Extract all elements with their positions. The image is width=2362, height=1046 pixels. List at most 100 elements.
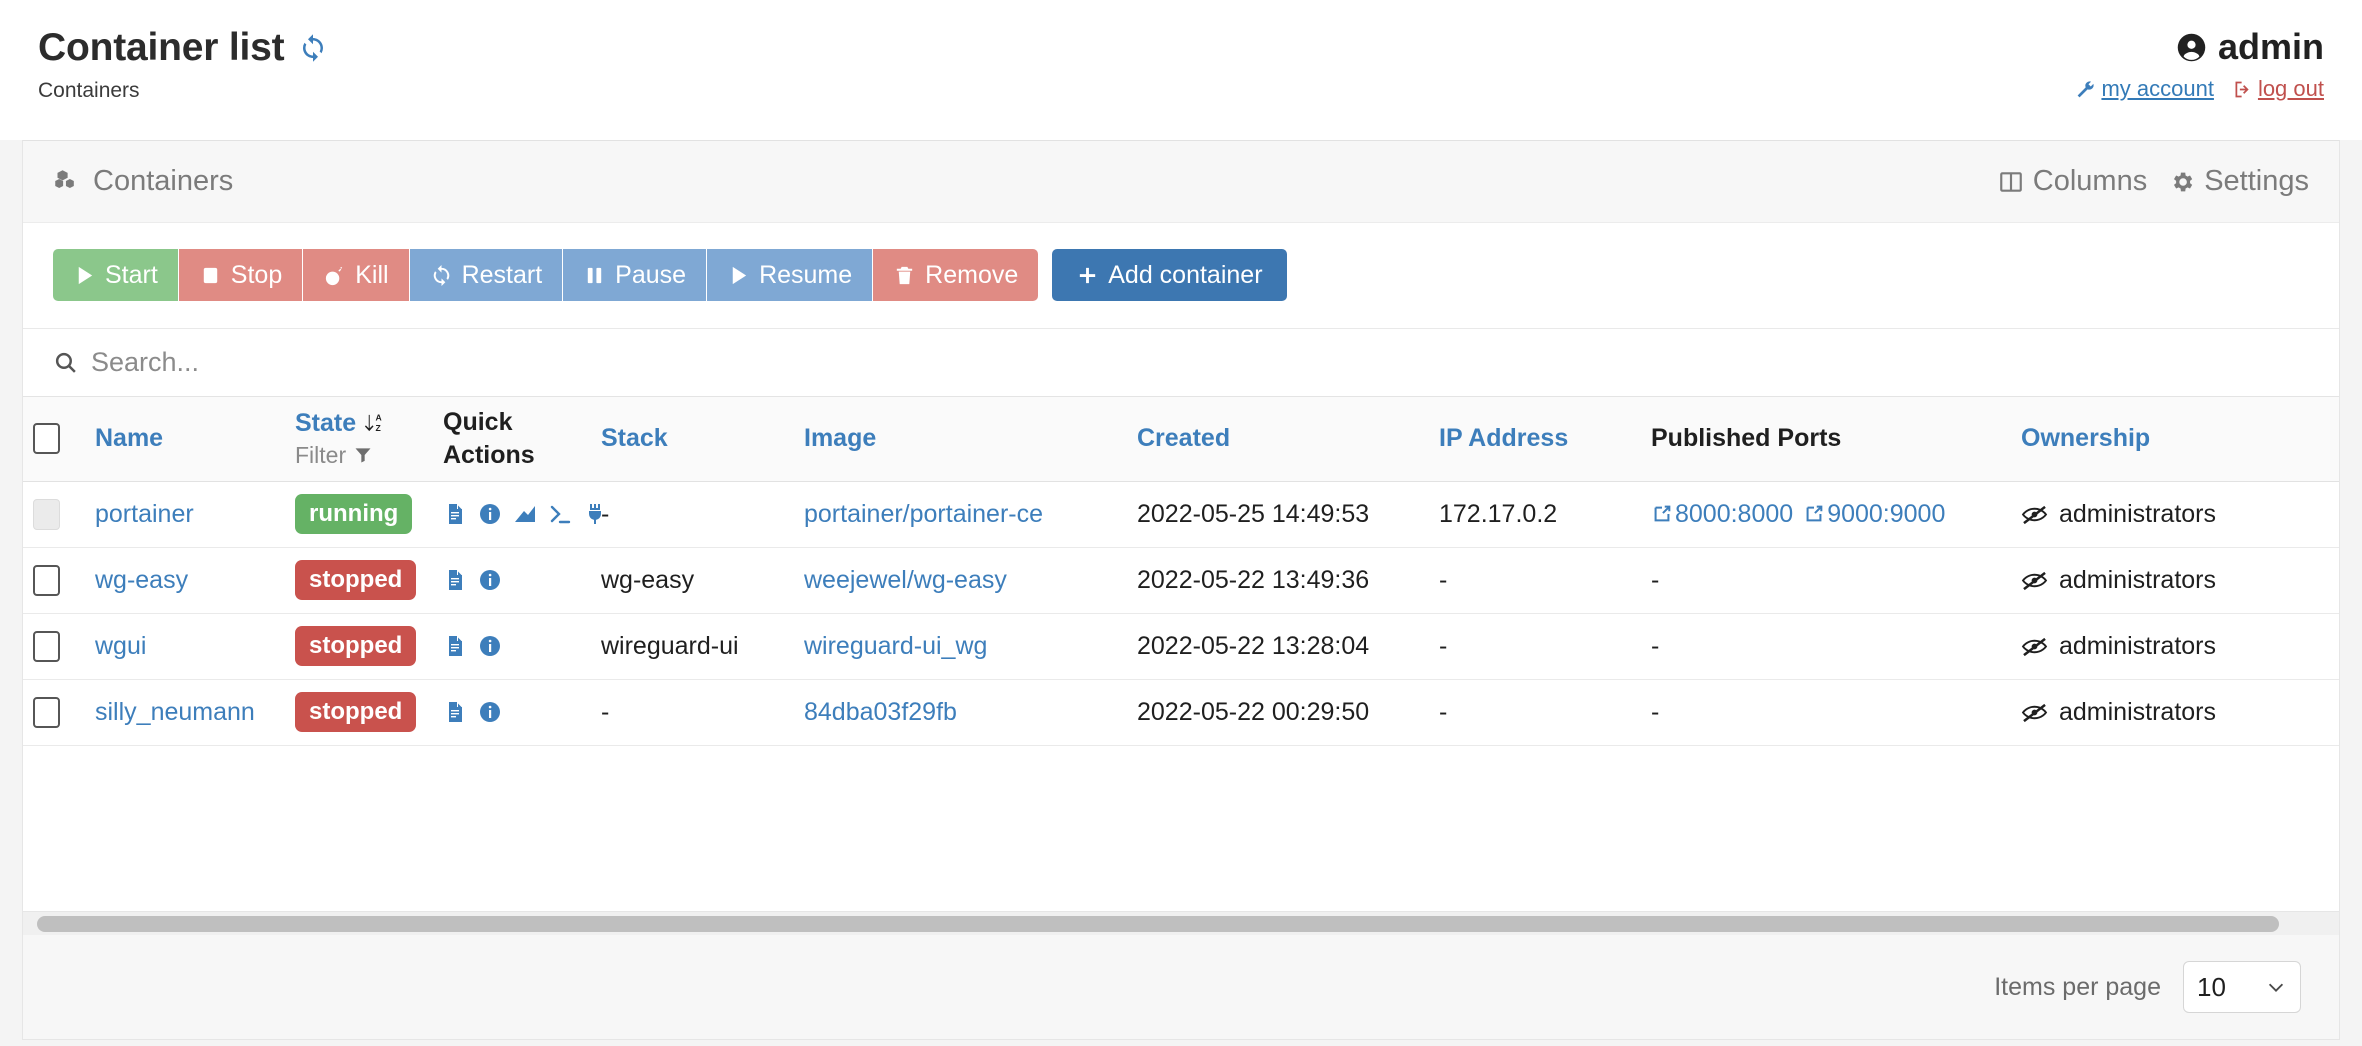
user-row: admin <box>2075 26 2324 68</box>
eye-slash-icon <box>2021 701 2048 724</box>
published-port-label: 9000:9000 <box>1827 500 1945 529</box>
sort-az-icon[interactable]: A Z <box>363 412 386 435</box>
gear-icon <box>2169 169 2195 195</box>
start-button[interactable]: Start <box>53 249 178 301</box>
table-row[interactable]: portainerrunning-portainer/portainer-ce2… <box>23 481 2339 547</box>
ip-address-cell: - <box>1429 679 1641 745</box>
resume-label: Resume <box>759 261 852 290</box>
header-state[interactable]: State A Z <box>285 397 433 481</box>
eye-slash-icon <box>2021 503 2048 526</box>
row-checkbox[interactable] <box>33 565 60 596</box>
settings-button[interactable]: Settings <box>2169 165 2309 198</box>
my-account-link[interactable]: my account <box>2075 76 2214 102</box>
my-account-label[interactable]: my account <box>2101 76 2214 102</box>
resume-button[interactable]: Resume <box>707 249 872 301</box>
inspect-icon[interactable] <box>478 634 502 658</box>
table-row[interactable]: wg-easystoppedwg-easyweejewel/wg-easy202… <box>23 547 2339 613</box>
container-name-link[interactable]: portainer <box>95 500 194 528</box>
stack-cell: wg-easy <box>591 547 794 613</box>
header-stack[interactable]: Stack <box>591 397 794 481</box>
panel-title: Containers <box>93 165 233 198</box>
image-link[interactable]: portainer/portainer-ce <box>804 500 1043 528</box>
image-link[interactable]: weejewel/wg-easy <box>804 566 1007 594</box>
boxes-icon <box>53 168 80 195</box>
external-link-icon <box>1803 503 1825 525</box>
stop-button[interactable]: Stop <box>179 249 302 301</box>
header-created[interactable]: Created <box>1127 397 1429 481</box>
table-row[interactable]: silly_neumannstopped-84dba03f29fb2022-05… <box>23 679 2339 745</box>
header-ip-address[interactable]: IP Address <box>1429 397 1641 481</box>
page-title-row: Container list <box>38 26 2324 70</box>
status-badge: stopped <box>295 626 416 666</box>
table-row[interactable]: wguistoppedwireguard-uiwireguard-ui_wg20… <box>23 613 2339 679</box>
logout-icon <box>2232 79 2253 100</box>
quick-actions-cell <box>443 502 581 526</box>
items-per-page-select[interactable]: 10 <box>2183 961 2301 1013</box>
filter-icon[interactable] <box>353 445 373 465</box>
logs-icon[interactable] <box>443 634 467 658</box>
image-link[interactable]: 84dba03f29fb <box>804 698 957 726</box>
square-icon <box>199 264 222 287</box>
console-icon[interactable] <box>548 502 572 526</box>
logs-icon[interactable] <box>443 700 467 724</box>
kill-button[interactable]: Kill <box>303 249 408 301</box>
containers-table-scroll[interactable]: Name State A Z <box>23 397 2339 911</box>
settings-label: Settings <box>2204 165 2309 198</box>
add-container-label: Add container <box>1108 261 1262 290</box>
stop-label: Stop <box>231 261 282 290</box>
select-all-checkbox[interactable] <box>33 423 60 454</box>
header-ownership[interactable]: Ownership <box>2011 397 2339 481</box>
chevron-down-icon <box>2265 976 2287 998</box>
header-name[interactable]: Name <box>85 397 285 481</box>
trash-icon <box>893 264 916 287</box>
restart-icon <box>430 264 453 287</box>
inspect-icon[interactable] <box>478 700 502 724</box>
remove-button[interactable]: Remove <box>873 249 1038 301</box>
columns-icon <box>1998 169 2024 195</box>
pause-button[interactable]: Pause <box>563 249 706 301</box>
inspect-icon[interactable] <box>478 502 502 526</box>
panel-header-right: Columns Settings <box>1998 165 2309 198</box>
published-port-link[interactable]: 9000:9000 <box>1803 500 1945 529</box>
created-cell: 2022-05-25 14:49:53 <box>1127 481 1429 547</box>
header-actions-label: Actions <box>443 441 581 470</box>
items-per-page-value: 10 <box>2197 972 2226 1003</box>
search-input[interactable] <box>91 347 2309 378</box>
inspect-icon[interactable] <box>478 568 502 592</box>
image-link[interactable]: wireguard-ui_wg <box>804 632 987 660</box>
restart-button[interactable]: Restart <box>410 249 563 301</box>
select-all-header <box>23 397 85 481</box>
container-actions-group: Start Stop Ki <box>53 249 1038 301</box>
published-ports-cell: - <box>1641 679 2011 745</box>
header-image[interactable]: Image <box>794 397 1127 481</box>
ownership-label: administrators <box>2059 632 2216 661</box>
log-out-link[interactable]: log out <box>2232 76 2324 102</box>
panel-header-left: Containers <box>53 165 233 198</box>
ownership-label: administrators <box>2059 500 2216 529</box>
external-link-icon <box>1651 503 1673 525</box>
ownership-label: administrators <box>2059 566 2216 595</box>
ip-address-cell: - <box>1429 547 1641 613</box>
container-name-link[interactable]: silly_neumann <box>95 698 255 726</box>
published-ports-cell: - <box>1641 547 2011 613</box>
scrollbar-thumb[interactable] <box>37 916 2279 932</box>
container-name-link[interactable]: wgui <box>95 632 146 660</box>
horizontal-scrollbar[interactable] <box>23 911 2339 935</box>
add-container-button[interactable]: Add container <box>1052 249 1286 301</box>
ownership-cell: administrators <box>2021 566 2339 595</box>
columns-button[interactable]: Columns <box>1998 165 2147 198</box>
logs-icon[interactable] <box>443 502 467 526</box>
container-name-link[interactable]: wg-easy <box>95 566 188 594</box>
log-out-label[interactable]: log out <box>2258 76 2324 102</box>
row-checkbox[interactable] <box>33 697 60 728</box>
refresh-icon[interactable] <box>298 33 328 63</box>
ip-address-cell: 172.17.0.2 <box>1429 481 1641 547</box>
logs-icon[interactable] <box>443 568 467 592</box>
row-checkbox[interactable] <box>33 631 60 662</box>
kill-label: Kill <box>355 261 388 290</box>
published-port-link[interactable]: 8000:8000 <box>1651 500 1793 529</box>
play-icon <box>73 264 96 287</box>
pause-icon <box>583 264 606 287</box>
stats-icon[interactable] <box>513 502 537 526</box>
created-cell: 2022-05-22 00:29:50 <box>1127 679 1429 745</box>
